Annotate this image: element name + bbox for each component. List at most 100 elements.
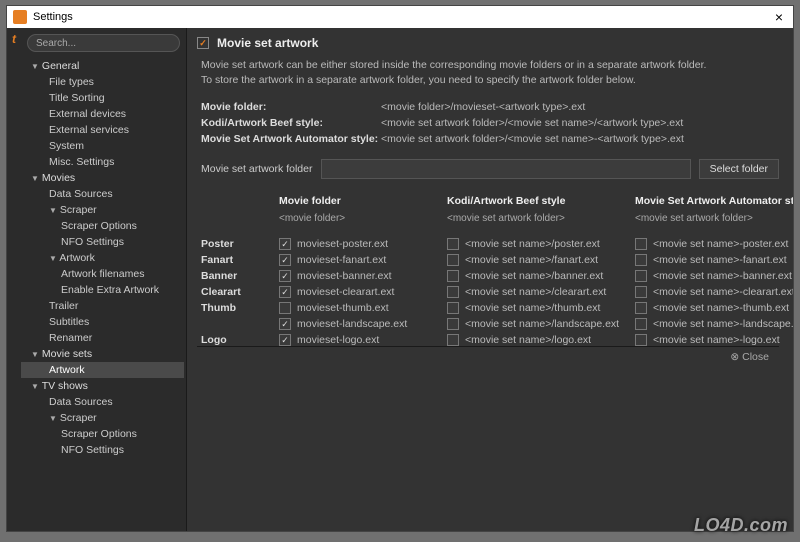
cell[interactable]: <movie set name>-clearart.ext — [635, 286, 793, 298]
row-poster: Poster — [201, 238, 271, 250]
section-checkbox[interactable]: ✓ — [197, 37, 209, 49]
cell[interactable]: <movie set name>/clearart.ext — [447, 286, 627, 298]
sidebar-item-file-types[interactable]: File types — [21, 74, 184, 90]
sidebar-item-title-sorting[interactable]: Title Sorting — [21, 90, 184, 106]
settings-content: ✓ Movie set artwork Movie set artwork ca… — [187, 28, 793, 531]
sidebar-item-tv-shows[interactable]: ▼ TV shows — [21, 378, 184, 394]
Poster-c3-checkbox[interactable] — [635, 238, 647, 250]
Fanart-c3-checkbox[interactable] — [635, 254, 647, 266]
col-header-automator-style: Movie Set Artwork Automator style — [635, 195, 793, 209]
sidebar-item-general[interactable]: ▼ General — [21, 58, 184, 74]
Banner-c3-checkbox[interactable] — [635, 270, 647, 282]
sidebar-item-movie-sets[interactable]: ▼ Movie sets — [21, 346, 184, 362]
titlebar: Settings × — [7, 6, 793, 28]
settings-tree[interactable]: ▼ GeneralFile typesTitle SortingExternal… — [21, 58, 186, 531]
cell[interactable]: <movie set name>-banner.ext — [635, 270, 793, 282]
Fanart-c2-checkbox[interactable] — [447, 254, 459, 266]
sidebar-item-system[interactable]: System — [21, 138, 184, 154]
cell[interactable]: <movie set name>-thumb.ext — [635, 302, 793, 314]
Logo-c2-checkbox[interactable] — [447, 334, 459, 346]
window-title: Settings — [33, 11, 771, 23]
col-sub: <movie set artwork folder> — [447, 213, 627, 234]
row-thumb: Thumb — [201, 302, 271, 314]
sidebar-item-scraper-options[interactable]: Scraper Options — [21, 426, 184, 442]
sidebar-item-external-devices[interactable]: External devices — [21, 106, 184, 122]
thumb-c3b-checkbox[interactable] — [635, 318, 647, 330]
col-sub: <movie set artwork folder> — [635, 213, 793, 234]
sidebar-item-scraper-options[interactable]: Scraper Options — [21, 218, 184, 234]
sidebar-item-misc-settings[interactable]: Misc. Settings — [21, 154, 184, 170]
cell[interactable]: <movie set name>-logo.ext — [635, 334, 793, 346]
path-row: Movie folder:<movie folder>/movieset-<ar… — [197, 101, 779, 113]
blank — [201, 213, 271, 234]
thumb-c2a-checkbox[interactable] — [447, 302, 459, 314]
Fanart-c1-checkbox[interactable] — [279, 254, 291, 266]
Banner-c2-checkbox[interactable] — [447, 270, 459, 282]
cell[interactable]: <movie set name>-poster.ext — [635, 238, 793, 250]
path-row: Kodi/Artwork Beef style:<movie set artwo… — [197, 117, 779, 129]
cell[interactable]: <movie set name>-fanart.ext — [635, 254, 793, 266]
close-icon[interactable]: × — [771, 9, 787, 25]
row-fanart: Fanart — [201, 254, 271, 266]
folder-path-input[interactable] — [321, 159, 691, 179]
watermark: LO4D.com — [694, 515, 788, 536]
Clearart-c1-checkbox[interactable] — [279, 286, 291, 298]
blank — [201, 318, 271, 330]
cell[interactable]: <movie set name>/fanart.ext — [447, 254, 627, 266]
cell[interactable]: <movie set name>-landscape.ext — [635, 318, 793, 330]
cell[interactable]: movieset-logo.ext — [279, 334, 439, 346]
cell[interactable]: movieset-clearart.ext — [279, 286, 439, 298]
Logo-c1-checkbox[interactable] — [279, 334, 291, 346]
blank — [201, 195, 271, 209]
cell[interactable]: <movie set name>/poster.ext — [447, 238, 627, 250]
col-header-movie-folder: Movie folder — [279, 195, 439, 209]
Poster-c1-checkbox[interactable] — [279, 238, 291, 250]
path-row: Movie Set Artwork Automator style:<movie… — [197, 133, 779, 145]
Clearart-c2-checkbox[interactable] — [447, 286, 459, 298]
sidebar-item-nfo-settings[interactable]: NFO Settings — [21, 234, 184, 250]
sidebar-item-scraper[interactable]: ▼ Scraper — [21, 202, 184, 218]
cell[interactable]: movieset-poster.ext — [279, 238, 439, 250]
cell[interactable]: <movie set name>/landscape.ext — [447, 318, 627, 330]
thumb-c1b-checkbox[interactable] — [279, 318, 291, 330]
sidebar-item-artwork-filenames[interactable]: Artwork filenames — [21, 266, 184, 282]
artwork-folder-row: Movie set artwork folder Select folder — [201, 159, 779, 179]
sidebar-item-movies[interactable]: ▼ Movies — [21, 170, 184, 186]
sidebar-item-subtitles[interactable]: Subtitles — [21, 314, 184, 330]
sidebar-item-external-services[interactable]: External services — [21, 122, 184, 138]
row-banner: Banner — [201, 270, 271, 282]
cell[interactable]: <movie set name>/banner.ext — [447, 270, 627, 282]
sidebar-item-data-sources[interactable]: Data Sources — [21, 186, 184, 202]
dialog-footer: ⊗ Close — [197, 346, 779, 367]
sidebar-item-data-sources[interactable]: Data Sources — [21, 394, 184, 410]
Clearart-c3-checkbox[interactable] — [635, 286, 647, 298]
cell[interactable]: <movie set name>/logo.ext — [447, 334, 627, 346]
Banner-c1-checkbox[interactable] — [279, 270, 291, 282]
sidebar-item-enable-extra-artwork[interactable]: Enable Extra Artwork — [21, 282, 184, 298]
select-folder-button[interactable]: Select folder — [699, 159, 779, 179]
thumb-c3a-checkbox[interactable] — [635, 302, 647, 314]
sidebar-item-trailer[interactable]: Trailer — [21, 298, 184, 314]
artwork-grid: Movie folderKodi/Artwork Beef styleMovie… — [197, 195, 779, 346]
sidebar-item-artwork[interactable]: ▼ Artwork — [21, 250, 184, 266]
Logo-c3-checkbox[interactable] — [635, 334, 647, 346]
sidebar-item-artwork[interactable]: Artwork — [21, 362, 184, 378]
cell[interactable]: <movie set name>/thumb.ext — [447, 302, 627, 314]
row-logo: Logo — [201, 334, 271, 346]
sidebar-item-renamer[interactable]: Renamer — [21, 330, 184, 346]
sidebar-item-nfo-settings[interactable]: NFO Settings — [21, 442, 184, 458]
section-description: Movie set artwork can be either stored i… — [197, 58, 779, 87]
section-title: ✓ Movie set artwork — [197, 36, 779, 50]
Poster-c2-checkbox[interactable] — [447, 238, 459, 250]
row-clearart: Clearart — [201, 286, 271, 298]
sidebar-item-scraper[interactable]: ▼ Scraper — [21, 410, 184, 426]
thumb-c2b-checkbox[interactable] — [447, 318, 459, 330]
cell[interactable]: movieset-thumb.ext — [279, 302, 439, 314]
thumb-c1a-checkbox[interactable] — [279, 302, 291, 314]
app-icon — [13, 10, 27, 24]
cell[interactable]: movieset-fanart.ext — [279, 254, 439, 266]
cell[interactable]: movieset-banner.ext — [279, 270, 439, 282]
close-button[interactable]: ⊗ Close — [730, 351, 769, 363]
cell[interactable]: movieset-landscape.ext — [279, 318, 439, 330]
search-input[interactable]: Search... — [27, 34, 180, 52]
